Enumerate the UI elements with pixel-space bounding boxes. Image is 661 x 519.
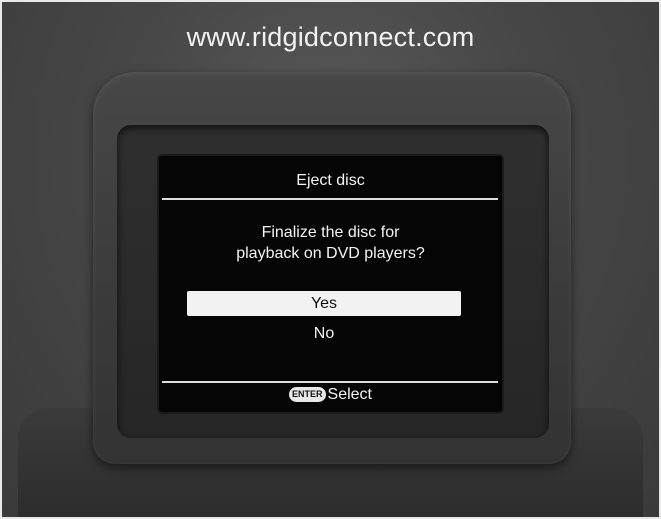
- prompt-line-2: playback on DVD players?: [236, 245, 425, 262]
- dialog-title: Eject disc: [296, 172, 365, 189]
- dialog-prompt: Finalize the disc for playback on DVD pl…: [159, 222, 502, 264]
- option-no[interactable]: No: [187, 321, 461, 346]
- lcd-screen: Eject disc Finalize the disc for playbac…: [159, 156, 502, 412]
- footer-divider: [162, 381, 498, 383]
- select-label: Select: [327, 386, 372, 403]
- option-yes[interactable]: Yes: [187, 291, 461, 316]
- prompt-line-1: Finalize the disc for: [261, 224, 400, 241]
- footer-hint: ENTER Select: [159, 386, 502, 404]
- enter-key-icon: ENTER: [289, 386, 326, 402]
- watermark-url: www.ridgidconnect.com: [186, 22, 475, 52]
- title-divider: [162, 198, 498, 200]
